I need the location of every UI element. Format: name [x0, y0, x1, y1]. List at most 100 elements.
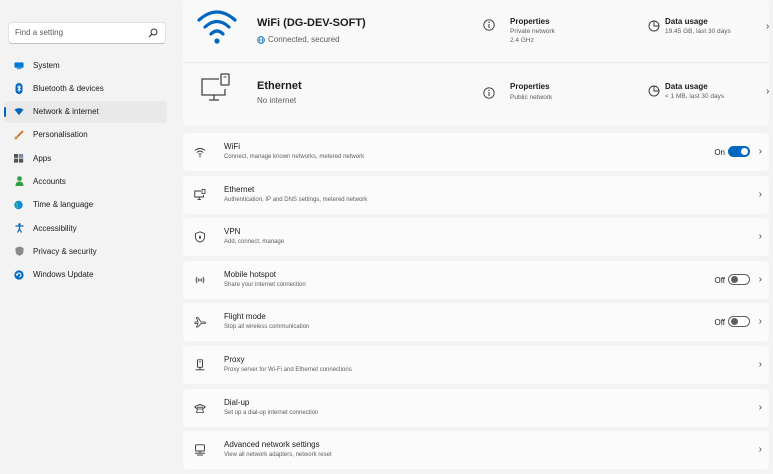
row-title: Mobile hotspot — [224, 269, 277, 279]
info-icon — [483, 19, 495, 31]
properties-label: Properties — [510, 82, 550, 91]
wifi-diamond-icon — [14, 107, 24, 117]
chevron-right-icon: › — [758, 146, 762, 157]
data-usage-detail: 19.45 GB, last 30 days — [665, 28, 731, 35]
row-subtitle: View all network adapters, network reset — [224, 452, 332, 459]
connection-summary-card: WiFi (DG-DEV-SOFT) Connected, secured Pr… — [183, 0, 769, 125]
chevron-right-icon: › — [758, 401, 762, 413]
toggle-state-label: On — [714, 148, 725, 157]
sidebar-item-accessibility[interactable]: Accessibility — [4, 217, 167, 239]
flight-mode-row[interactable]: Flight mode Stop all wireless communicat… — [183, 303, 769, 342]
vpn-settings-row[interactable]: VPN Add, connect, manage › — [183, 218, 769, 257]
sidebar-item-label: Windows Update — [33, 270, 94, 280]
vpn-shield-icon — [195, 231, 205, 243]
wifi-large-icon — [197, 10, 237, 44]
search-icon[interactable] — [148, 28, 158, 38]
row-title: Proxy — [224, 354, 245, 364]
properties-label: Properties — [510, 17, 550, 26]
mobile-hotspot-toggle[interactable] — [728, 273, 750, 285]
mobile-hotspot-row[interactable]: Mobile hotspot Share your internet conne… — [183, 260, 769, 299]
monitor-icon — [14, 60, 24, 70]
search-box[interactable] — [8, 22, 166, 44]
row-subtitle: Connect, manage known networks, metered … — [224, 154, 365, 160]
row-subtitle: Proxy server for Wi-Fi and Ethernet conn… — [224, 366, 352, 373]
ethernet-connection-row: Ethernet No internet Properties Public n… — [183, 63, 769, 125]
globe-icon — [257, 35, 265, 44]
wifi-settings-row[interactable]: WiFi Connect, manage known networks, met… — [183, 133, 769, 171]
wifi-toggle[interactable] — [728, 146, 750, 157]
row-title: WiFi — [224, 142, 240, 151]
ethernet-settings-row[interactable]: Ethernet Authentication, IP and DNS sett… — [183, 175, 769, 214]
dialup-icon — [194, 403, 206, 413]
ethernet-icon — [194, 188, 206, 200]
sidebar-item-windows-update[interactable]: Windows Update — [4, 264, 167, 286]
chevron-right-icon: › — [758, 444, 762, 456]
chevron-right-icon: › — [766, 21, 770, 32]
pie-chart-icon — [648, 85, 660, 97]
sidebar-item-apps[interactable]: Apps — [4, 147, 167, 169]
wifi-status-text: Connected, secured — [268, 35, 340, 44]
hotspot-icon — [195, 276, 205, 284]
airplane-icon — [194, 317, 206, 328]
sidebar-item-label: Privacy & security — [33, 246, 97, 256]
proxy-settings-row[interactable]: Proxy Proxy server for Wi-Fi and Etherne… — [183, 345, 769, 384]
sidebar-item-personalisation[interactable]: Personalisation — [4, 124, 167, 146]
dial-up-row[interactable]: Dial-up Set up a dial-up internet connec… — [183, 388, 769, 427]
data-usage-label: Data usage — [665, 82, 708, 91]
ethernet-large-icon — [201, 73, 230, 101]
proxy-icon — [195, 359, 205, 371]
sidebar-item-label: Time & language — [33, 200, 94, 210]
properties-band: 2.4 GHz — [510, 37, 534, 44]
wifi-status: Connected, secured — [257, 35, 340, 44]
search-input[interactable] — [15, 28, 145, 37]
properties-network-type: Public network — [510, 94, 553, 101]
toggle-knob — [731, 318, 738, 326]
sidebar-item-bluetooth[interactable]: Bluetooth & devices — [4, 77, 167, 99]
ethernet-status: No internet — [257, 96, 297, 105]
chevron-right-icon: › — [758, 188, 762, 200]
advanced-network-settings-row[interactable]: Advanced network settings View all netwo… — [183, 431, 769, 470]
info-icon — [483, 87, 495, 99]
sidebar-item-label: Accessibility — [33, 223, 77, 233]
row-subtitle: Stop all wireless communication — [224, 324, 310, 331]
sidebar-item-accounts[interactable]: Accounts — [4, 170, 167, 192]
chevron-right-icon: › — [758, 316, 762, 328]
wifi-connection-row: WiFi (DG-DEV-SOFT) Connected, secured Pr… — [183, 0, 769, 62]
toggle-state-label: Off — [714, 318, 725, 328]
chevron-right-icon: › — [758, 358, 762, 370]
sidebar-item-privacy-security[interactable]: Privacy & security — [4, 240, 167, 262]
flight-mode-toggle[interactable] — [728, 316, 750, 328]
advanced-network-icon — [195, 444, 205, 456]
sidebar-item-label: Bluetooth & devices — [33, 83, 104, 93]
person-icon — [14, 176, 24, 187]
sidebar-item-system[interactable]: System — [4, 54, 167, 76]
update-icon — [14, 270, 24, 280]
chevron-right-icon: › — [758, 273, 762, 285]
sidebar-item-label: Accounts — [33, 176, 66, 186]
row-subtitle: Add, connect, manage — [224, 239, 285, 246]
wifi-network-name: WiFi (DG-DEV-SOFT) — [257, 17, 366, 29]
nav-list: System Bluetooth & devices Network & int… — [4, 54, 167, 287]
sidebar-item-network[interactable]: Network & internet — [4, 100, 167, 123]
row-subtitle: Share your internet connection — [224, 281, 306, 288]
data-usage-detail: < 1 MB, last 30 days — [665, 93, 725, 100]
properties-network-type: Private network — [510, 28, 555, 35]
main-content: WiFi (DG-DEV-SOFT) Connected, secured Pr… — [175, 0, 773, 470]
toggle-knob — [731, 275, 738, 283]
settings-list: WiFi Connect, manage known networks, met… — [183, 133, 769, 474]
data-usage-label: Data usage — [665, 17, 708, 26]
shield-icon — [14, 246, 24, 257]
apps-icon — [14, 153, 24, 163]
ethernet-name: Ethernet — [257, 80, 302, 92]
row-title: VPN — [224, 227, 241, 237]
row-title: Advanced network settings — [224, 440, 320, 450]
sidebar-item-label: Apps — [33, 153, 52, 163]
toggle-knob — [741, 148, 748, 155]
sidebar-item-label: System — [33, 60, 60, 70]
row-title: Ethernet — [224, 184, 255, 194]
chevron-right-icon: › — [766, 86, 770, 97]
wifi-icon — [194, 148, 206, 157]
sidebar-item-time-language[interactable]: Time & language — [4, 194, 167, 216]
row-subtitle: Set up a dial-up internet connection — [224, 409, 319, 416]
sidebar: System Bluetooth & devices Network & int… — [0, 0, 175, 460]
